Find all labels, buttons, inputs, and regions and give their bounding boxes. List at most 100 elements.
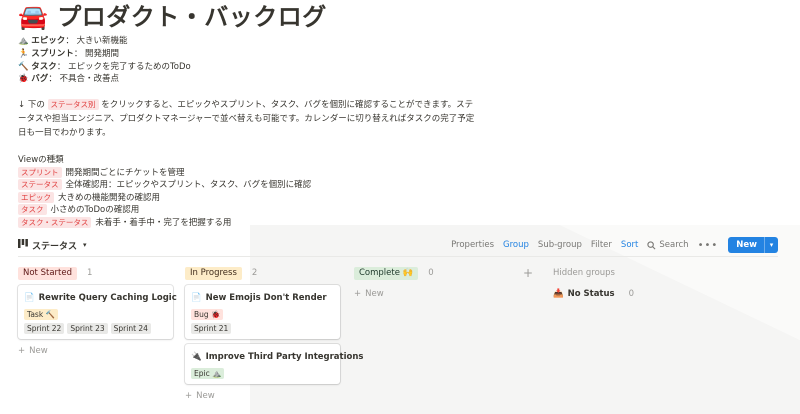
view-item-task-status: タスク・ステータス 未着手・着手中・完了を把握する用 bbox=[18, 216, 782, 230]
type-tag: Epic ⛰️ bbox=[191, 368, 225, 379]
view-tag[interactable]: スプリント bbox=[18, 166, 62, 178]
legend-bug: 🐞 バグ： 不具合・改善点 bbox=[18, 74, 120, 85]
legend-desc: 開発期間 bbox=[85, 48, 120, 59]
view-name: ステータス bbox=[32, 241, 78, 252]
more-options-icon[interactable]: ••• bbox=[698, 240, 719, 251]
view-tag[interactable]: ステータス bbox=[18, 179, 62, 191]
sort-button[interactable]: Sort bbox=[621, 240, 638, 250]
status-chip[interactable]: In Progress bbox=[185, 266, 242, 280]
card-title-text: New Emojis Don't Render bbox=[205, 293, 327, 303]
bug-icon: 🐞 bbox=[18, 74, 29, 85]
plus-icon: + bbox=[18, 346, 26, 356]
status-chip[interactable]: Not Started bbox=[18, 266, 77, 280]
database-header: ステータス ▾ Properties Group Sub-group Filte… bbox=[18, 236, 778, 254]
add-new-label: New bbox=[196, 391, 215, 401]
view-desc: 大きめの機能開発の確認用 bbox=[58, 192, 161, 203]
board-card[interactable]: 🔌 Improve Third Party Integrations Epic … bbox=[185, 344, 363, 384]
arrow-down-icon: ↓ bbox=[18, 100, 26, 111]
car-icon: 🚘 bbox=[18, 3, 49, 31]
column-count: 2 bbox=[251, 268, 258, 278]
kanban-board: Not Started 1 📄 Rewrite Query Caching Lo… bbox=[18, 266, 798, 414]
legend: ⛰️ エピック： 大きい新機能 🏃 スプリント： 開発期間 🔨 タスク： エピッ… bbox=[18, 35, 782, 86]
hidden-group-count: 0 bbox=[628, 289, 635, 299]
card-title-text: Improve Third Party Integrations bbox=[205, 352, 364, 362]
page-title-text: プロダクト・バックログ bbox=[57, 3, 327, 31]
views-title: Viewの種類 bbox=[18, 154, 64, 165]
view-item-task: タスク 小さめのToDoの確認用 bbox=[18, 204, 782, 217]
search-button[interactable]: Search bbox=[647, 240, 689, 250]
description: ↓ 下の ステータス別 をクリックすると、エピックやスプリント、タスク、バグを個… bbox=[18, 99, 480, 140]
type-tag: Bug 🐞 bbox=[191, 309, 224, 320]
view-switcher[interactable]: ステータス ▾ bbox=[18, 239, 87, 252]
legend-desc: エピックを完了するためのToDo bbox=[68, 61, 191, 72]
page: 🚘 プロダクト・バックログ ⛰️ エピック： 大きい新機能 🏃 スプリント： 開… bbox=[0, 0, 800, 230]
type-tag: Task 🔨 bbox=[24, 309, 58, 320]
view-desc: 全体確認用：エピックやスプリント、タスク、バグを個別に確認 bbox=[65, 180, 312, 191]
view-tag[interactable]: エピック bbox=[18, 191, 54, 203]
legend-label: バグ bbox=[31, 74, 49, 85]
plug-icon: 🔌 bbox=[191, 352, 202, 362]
mountain-icon: ⛰️ bbox=[18, 36, 29, 46]
add-new-button[interactable]: + New bbox=[185, 389, 341, 403]
legend-label: タスク bbox=[31, 61, 57, 72]
divider bbox=[18, 256, 778, 257]
hidden-group-no-status[interactable]: 📥 No Status 0 bbox=[553, 287, 703, 301]
views-list: Viewの種類 スプリント 開発期間ごとにチケットを管理 ステータス 全体確認用：エ… bbox=[18, 154, 782, 230]
column-count: 0 bbox=[428, 268, 434, 278]
board-column-not-started: Not Started 1 📄 Rewrite Query Caching Lo… bbox=[18, 266, 177, 358]
card-title-text: Rewrite Query Caching Logic bbox=[38, 293, 177, 303]
filter-button[interactable]: Filter bbox=[591, 240, 612, 250]
add-group-icon[interactable]: + bbox=[523, 266, 533, 280]
plus-icon: + bbox=[354, 289, 362, 299]
search-icon bbox=[647, 240, 656, 249]
legend-desc: 不具合・改善点 bbox=[59, 74, 120, 85]
view-tag[interactable]: タスク bbox=[18, 204, 47, 216]
legend-sprint: 🏃 スプリント： 開発期間 bbox=[18, 48, 120, 59]
sprint-tag: Sprint 22 bbox=[24, 323, 65, 334]
card-tags: Bug 🐞 bbox=[191, 309, 334, 320]
search-label: Search bbox=[659, 240, 689, 250]
status-chip[interactable]: Complete 🙌 bbox=[354, 266, 419, 280]
card-tags: Epic ⛰️ bbox=[191, 368, 334, 379]
subgroup-button[interactable]: Sub-group bbox=[538, 240, 582, 250]
new-button-label: New bbox=[736, 240, 757, 250]
card-title: 🔌 Improve Third Party Integrations bbox=[191, 350, 363, 364]
toolbar: Properties Group Sub-group Filter Sort S… bbox=[442, 237, 778, 253]
legend-label: スプリント bbox=[31, 48, 74, 59]
hidden-groups: Hidden groups 📥 No Status 0 bbox=[553, 266, 703, 301]
add-new-label: New bbox=[365, 289, 384, 299]
view-item-epic: エピック 大きめの機能開発の確認用 bbox=[18, 191, 782, 205]
board-column-in-progress: In Progress 2 📄 New Emojis Don't Render … bbox=[185, 266, 363, 403]
group-button[interactable]: Group bbox=[503, 240, 529, 250]
column-header: Complete 🙌 0 bbox=[354, 266, 510, 280]
plus-icon: + bbox=[185, 391, 193, 401]
legend-task: 🔨 タスク： エピックを完了するためのToDo bbox=[18, 61, 191, 72]
add-new-button[interactable]: + New bbox=[354, 287, 510, 301]
description-pre: 下の bbox=[27, 100, 45, 111]
document-icon: 📄 bbox=[191, 293, 202, 303]
card-title: 📄 New Emojis Don't Render bbox=[191, 291, 334, 305]
chevron-down-icon[interactable]: ▾ bbox=[764, 237, 778, 253]
chevron-down-icon: ▾ bbox=[83, 241, 87, 249]
hidden-group-label: No Status bbox=[567, 289, 615, 299]
add-new-label: New bbox=[29, 346, 48, 356]
legend-label: エピック bbox=[31, 36, 66, 46]
sprint-tag: Sprint 24 bbox=[110, 323, 151, 334]
properties-button[interactable]: Properties bbox=[451, 240, 494, 250]
board-card[interactable]: 📄 Rewrite Query Caching Logic Task 🔨 Spr… bbox=[18, 285, 177, 339]
view-item-status: ステータス 全体確認用：エピックやスプリント、タスク、バグを個別に確認 bbox=[18, 179, 782, 192]
card-sprints: Sprint 21 bbox=[191, 323, 334, 334]
view-item-sprint: スプリント 開発期間ごとにチケットを管理 bbox=[18, 166, 782, 180]
view-desc: 開発期間ごとにチケットを管理 bbox=[65, 167, 185, 178]
view-desc: 未着手・着手中・完了を把握する用 bbox=[95, 217, 232, 228]
view-tag[interactable]: タスク・ステータス bbox=[18, 216, 92, 228]
new-button[interactable]: New ▾ bbox=[728, 237, 778, 253]
legend-desc: 大きい新機能 bbox=[76, 36, 128, 46]
status-tag-link[interactable]: ステータス別 bbox=[47, 99, 99, 111]
card-title: 📄 Rewrite Query Caching Logic bbox=[24, 291, 177, 305]
runner-icon: 🏃 bbox=[18, 48, 29, 59]
legend-epic: ⛰️ エピック： 大きい新機能 bbox=[18, 36, 128, 46]
sprint-tag: Sprint 23 bbox=[67, 323, 108, 334]
board-card[interactable]: 📄 New Emojis Don't Render Bug 🐞 Sprint 2… bbox=[185, 285, 340, 339]
add-new-button[interactable]: + New bbox=[18, 344, 174, 358]
